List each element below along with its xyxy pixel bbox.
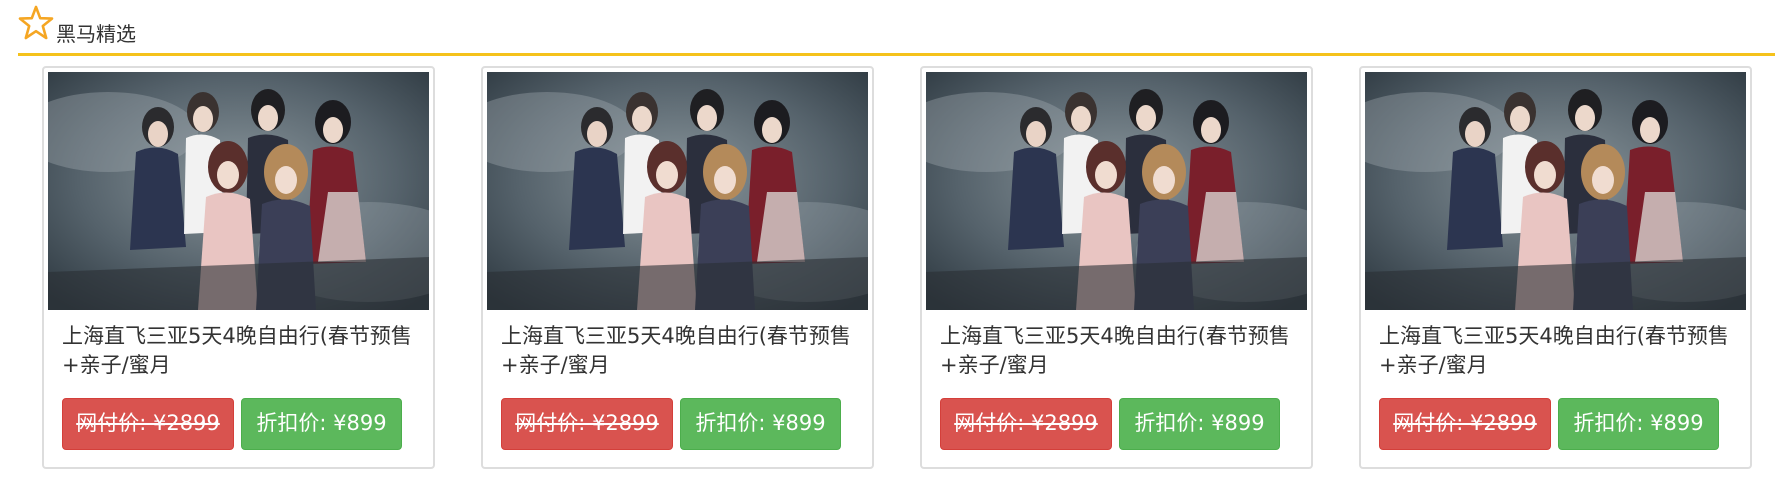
product-title[interactable]: 上海直飞三亚5天4晚自由行(春节预售+亲子/蜜月 [940,322,1300,380]
product-card[interactable]: 上海直飞三亚5天4晚自由行(春节预售+亲子/蜜月 网付价: ¥2899 折扣价:… [920,66,1313,469]
product-card[interactable]: 上海直飞三亚5天4晚自由行(春节预售+亲子/蜜月 网付价: ¥2899 折扣价:… [481,66,874,469]
product-card[interactable]: 上海直飞三亚5天4晚自由行(春节预售+亲子/蜜月 网付价: ¥2899 折扣价:… [1359,66,1752,469]
section-title: 黑马精选 [56,22,136,46]
product-title[interactable]: 上海直飞三亚5天4晚自由行(春节预售+亲子/蜜月 [62,322,422,380]
discount-price-button[interactable]: 折扣价: ¥899 [1558,398,1719,450]
discount-price-button[interactable]: 折扣价: ¥899 [680,398,841,450]
web-price-button[interactable]: 网付价: ¥2899 [1379,398,1551,450]
product-card[interactable]: 上海直飞三亚5天4晚自由行(春节预售+亲子/蜜月 网付价: ¥2899 折扣价:… [42,66,435,469]
product-title[interactable]: 上海直飞三亚5天4晚自由行(春节预售+亲子/蜜月 [501,322,861,380]
product-image[interactable] [487,72,868,310]
product-image[interactable] [1365,72,1746,310]
product-image[interactable] [926,72,1307,310]
star-icon [18,5,54,40]
product-image[interactable] [48,72,429,310]
web-price-button[interactable]: 网付价: ¥2899 [501,398,673,450]
discount-price-button[interactable]: 折扣价: ¥899 [1119,398,1280,450]
web-price-button[interactable]: 网付价: ¥2899 [62,398,234,450]
web-price-button[interactable]: 网付价: ¥2899 [940,398,1112,450]
discount-price-button[interactable]: 折扣价: ¥899 [241,398,402,450]
product-title[interactable]: 上海直飞三亚5天4晚自由行(春节预售+亲子/蜜月 [1379,322,1739,380]
section-header: 黑马精选 [18,0,1775,56]
